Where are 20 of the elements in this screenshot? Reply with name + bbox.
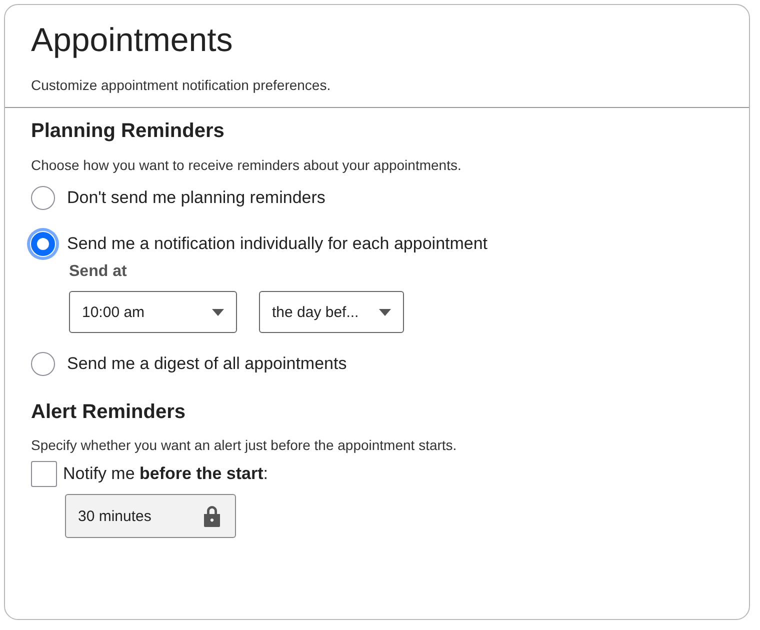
section-heading: Planning Reminders [31, 120, 226, 143]
section-heading: Alert Reminders [31, 401, 186, 424]
caret-icon [379, 308, 391, 316]
section-description: Choose how you want to receive reminders about your appointments. [31, 157, 462, 173]
radio-button[interactable] [31, 352, 55, 376]
dropdown[interactable]: 10:00 am [69, 291, 237, 333]
checkbox[interactable] [31, 461, 57, 487]
send-at-label: Send at [69, 263, 128, 281]
dropdown[interactable]: the day bef... [259, 291, 404, 333]
radio-button[interactable] [31, 186, 55, 210]
radio-label[interactable]: Send me a notification individually for each appointment [67, 234, 488, 254]
page-subtitle: Customize appointment notification preferences. [31, 77, 332, 93]
radio-label[interactable]: Send me a digest of all appointments [67, 354, 347, 374]
lock-icon [203, 505, 221, 527]
checkbox-label[interactable]: Notify me before the start: [63, 464, 268, 484]
section-description: Specify whether you want an alert just before the appointment starts. [31, 437, 458, 453]
radio-label[interactable]: Don't send me planning reminders [67, 188, 326, 208]
duration-field[interactable]: 30 minutes [65, 494, 236, 538]
page-title: Appointments [31, 21, 234, 59]
caret-icon [212, 308, 224, 316]
